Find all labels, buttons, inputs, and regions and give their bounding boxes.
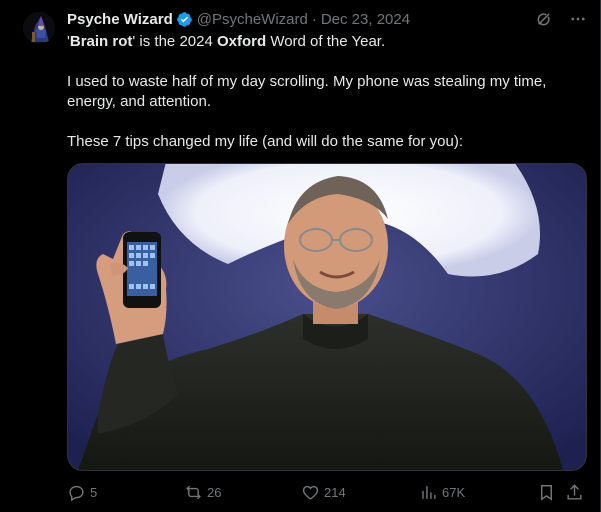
header-actions [534,9,588,29]
like-button[interactable]: 214 [301,483,346,502]
view-count: 67K [442,484,466,500]
display-name[interactable]: Psyche Wizard [67,11,173,28]
views-icon [422,485,436,499]
tweet-header: Psyche Wizard @PsycheWizard · Dec 23, 20… [67,9,588,29]
share-button[interactable] [565,483,584,502]
avatar[interactable] [23,12,55,44]
reply-count: 5 [90,484,98,500]
repost-count: 26 [207,484,222,500]
tweet[interactable]: Psyche Wizard @PsycheWizard · Dec 23, 20… [0,0,601,512]
tweet-paragraph-3: These 7 tips changed my life (and will d… [67,133,464,150]
repost-icon [186,485,201,499]
tweet-paragraph-2: I used to waste half of my day scrolling… [67,73,547,110]
reply-button[interactable]: 5 [67,483,97,502]
handle[interactable]: @PsycheWizard [197,11,308,28]
tweet-actions: 5 26 214 67K [67,482,587,502]
tweet-image[interactable] [67,163,587,471]
views-button[interactable]: 67K [419,483,465,502]
heart-icon [302,485,319,500]
tweet-date[interactable]: Dec 23, 2024 [321,11,410,28]
grok-icon[interactable] [534,9,554,29]
separator-dot: · [311,10,317,28]
tweet-line-1: 'Brain rot' is the 2024 Oxford Word of t… [67,33,386,50]
bookmark-button[interactable] [537,483,556,502]
reply-icon [69,485,84,501]
like-count: 214 [324,484,346,500]
verified-badge-icon [176,11,192,27]
repost-button[interactable]: 26 [184,483,221,502]
tweet-text: 'Brain rot' is the 2024 Oxford Word of t… [67,32,587,152]
more-icon[interactable] [568,9,588,29]
share-icon [567,483,582,500]
bookmark-icon [541,484,552,501]
